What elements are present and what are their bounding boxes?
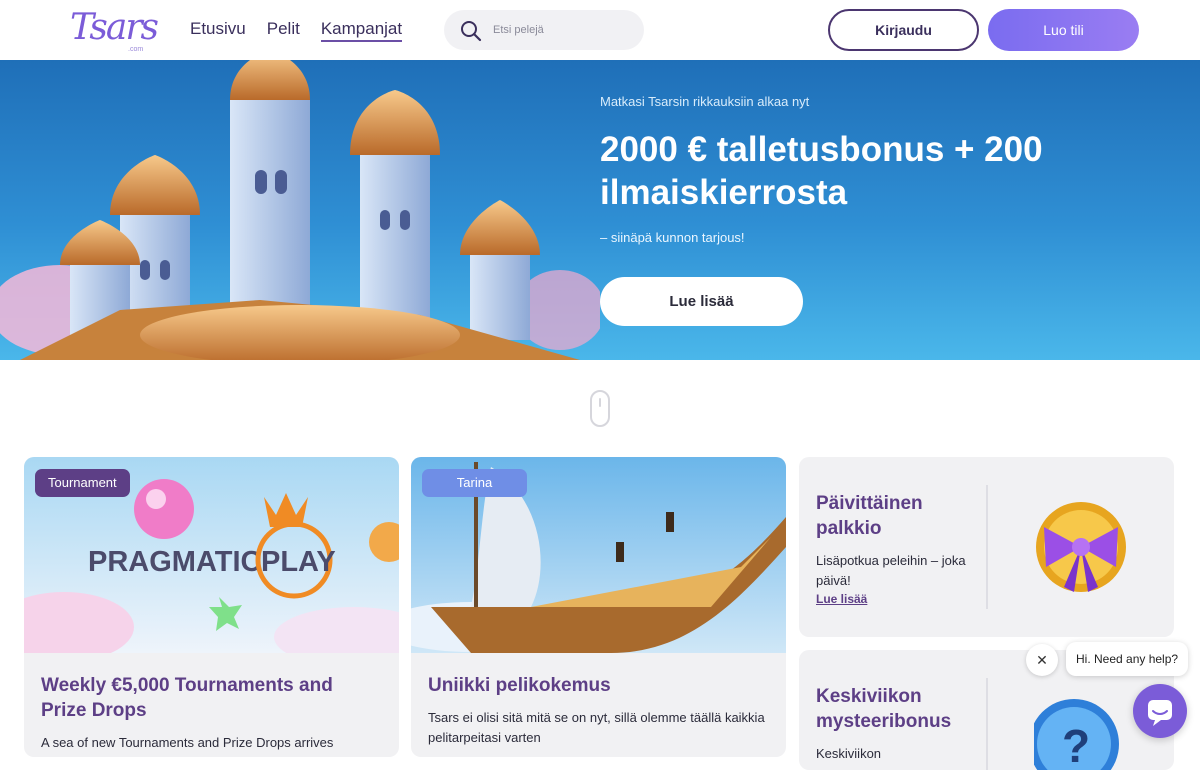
- promo-title: Keskiviikon mysteeribonus: [816, 686, 952, 732]
- promo-description: Keskiviikon: [816, 746, 882, 761]
- logo-wordmark: Tsars: [70, 7, 159, 48]
- daily-reward-card[interactable]: Päivittäinen palkkio Lisäpotkua peleihin…: [799, 457, 1174, 637]
- nav-item-kampanjat[interactable]: Kampanjat: [320, 19, 403, 42]
- tournament-badge: Tournament: [35, 469, 130, 497]
- chat-greeting[interactable]: Hi. Need any help?: [1066, 642, 1189, 676]
- site-header: Tsars .com Etusivu Pelit Kampanjat Etsi …: [0, 0, 1200, 60]
- hero-tagline: – siinäpä kunnon tarjous!: [600, 230, 745, 245]
- search-icon: [461, 21, 482, 42]
- hero-title: 2000 € talletusbonus + 200 ilmaiskierros…: [600, 130, 1043, 212]
- card-title: Uniikki pelikokemus: [428, 675, 611, 696]
- search-placeholder: Etsi pelejä: [493, 24, 544, 36]
- signup-button[interactable]: Luo tili: [988, 9, 1139, 51]
- card-title: Weekly €5,000 Tournaments and Prize Drop…: [41, 675, 333, 721]
- logo-domain: .com: [128, 46, 144, 53]
- promo-description: Lisäpotkua peleihin – joka päivä!: [816, 553, 966, 588]
- svg-text:PRAGMATIC: PRAGMATIC: [88, 546, 262, 578]
- card-description: Tsars ei olisi sitä mitä se on nyt, sill…: [428, 710, 765, 745]
- nav-item-etusivu[interactable]: Etusivu: [190, 19, 246, 42]
- promo-title: Päivittäinen palkkio: [816, 493, 923, 539]
- divider: [986, 485, 988, 609]
- main-nav: Etusivu Pelit Kampanjat: [190, 19, 403, 42]
- svg-text:?: ?: [1062, 720, 1090, 770]
- palace-illustration: [0, 60, 600, 360]
- chat-icon: [1148, 700, 1172, 726]
- chat-launcher-button[interactable]: [1133, 684, 1187, 738]
- nav-item-pelit[interactable]: Pelit: [267, 19, 300, 42]
- read-more-button[interactable]: Lue lisää: [600, 277, 803, 326]
- search-input[interactable]: Etsi pelejä: [444, 10, 644, 50]
- read-more-link[interactable]: Lue lisää: [816, 592, 867, 606]
- gift-coin-icon: [1036, 502, 1126, 592]
- card-description: A sea of new Tournaments and Prize Drops…: [41, 735, 334, 750]
- tsars-logo[interactable]: Tsars .com: [70, 8, 160, 54]
- hero-subtitle: Matkasi Tsarsin rikkauksiin alkaa nyt: [600, 94, 810, 109]
- login-button[interactable]: Kirjaudu: [828, 9, 979, 51]
- mystery-coin-icon: ?: [1034, 699, 1119, 770]
- hero-banner: Matkasi Tsarsin rikkauksiin alkaa nyt 20…: [0, 60, 1200, 360]
- story-card[interactable]: Tarina Uniikki pelikokemus Tsars ei olis…: [411, 457, 786, 757]
- chat-close-icon[interactable]: ✕: [1026, 644, 1058, 676]
- svg-text:PLAY: PLAY: [261, 546, 336, 578]
- scroll-indicator-icon: [590, 390, 610, 427]
- divider: [986, 678, 988, 770]
- story-badge: Tarina: [422, 469, 527, 497]
- tournament-card[interactable]: PRAGMATIC PLAY Tournament Weekly €5,000 …: [24, 457, 399, 757]
